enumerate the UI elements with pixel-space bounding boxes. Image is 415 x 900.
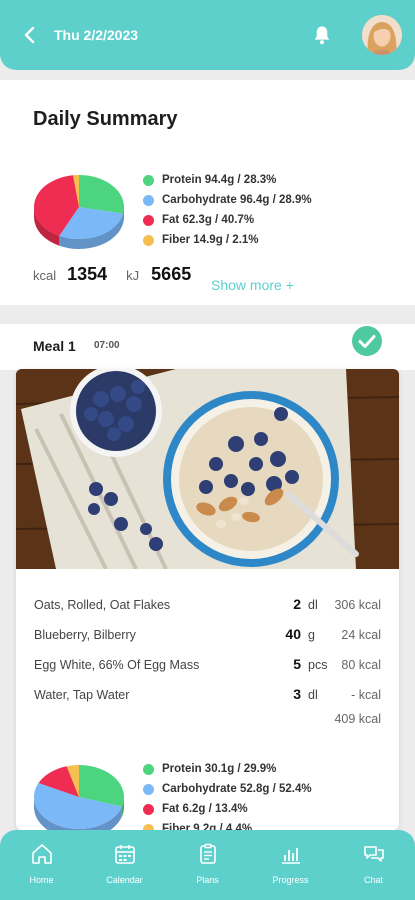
tab-chat[interactable]: Chat	[332, 830, 415, 900]
legend-dot	[143, 783, 154, 795]
food-unit: dl	[308, 598, 318, 612]
legend-label: Carbohydrate 96.4g / 28.9%	[162, 194, 312, 206]
legend-dot	[143, 194, 154, 206]
avatar-photo	[362, 15, 402, 55]
legend-item-fat: Fat 6.2g / 13.4%	[143, 799, 312, 819]
legend-item-fat: Fat 62.3g / 40.7%	[143, 210, 312, 230]
legend-label: Fat 6.2g / 13.4%	[162, 803, 248, 815]
food-item-row[interactable]: Water, Tap Water 3 dl - kcal	[16, 682, 399, 711]
back-arrow-icon[interactable]	[20, 24, 40, 46]
tab-label: Calendar	[106, 875, 143, 885]
tab-label: Plans	[196, 875, 219, 885]
food-kcal: - kcal	[351, 688, 381, 702]
daily-macro-pie-chart	[34, 175, 125, 249]
bell-icon[interactable]	[312, 24, 332, 46]
kcal-value: 1354	[67, 264, 108, 284]
meal-macro-legend: Protein 30.1g / 29.9% Carbohydrate 52.8g …	[143, 759, 312, 830]
tab-label: Progress	[272, 875, 309, 885]
food-name: Egg White, 66% Of Egg Mass	[34, 658, 200, 672]
legend-dot	[143, 234, 154, 246]
legend-dot	[143, 214, 154, 226]
tab-home[interactable]: Home	[0, 830, 83, 900]
legend-item-protein: Protein 30.1g / 29.9%	[143, 759, 312, 779]
tab-label: Chat	[363, 875, 383, 885]
tab-calendar[interactable]: Calendar	[83, 830, 166, 900]
food-kcal: 24 kcal	[341, 628, 381, 642]
food-quantity: 40	[285, 626, 301, 642]
show-more-link[interactable]: Show more +	[211, 277, 294, 293]
legend-item-carbohydrate: Carbohydrate 52.8g / 52.4%	[143, 779, 312, 799]
legend-label: Fiber 14.9g / 2.1%	[162, 234, 259, 246]
calendar-icon	[114, 845, 135, 864]
tab-label: Home	[29, 875, 54, 885]
meal-macro-pie-chart	[34, 765, 125, 830]
food-quantity: 2	[293, 596, 301, 612]
food-kcal: 80 kcal	[341, 658, 381, 672]
food-unit: dl	[308, 688, 318, 702]
meal-card: Oats, Rolled, Oat Flakes 2 dl 306 kcal B…	[16, 369, 399, 830]
kj-unit: kJ	[126, 268, 140, 283]
food-unit: pcs	[308, 658, 328, 672]
home-icon	[31, 844, 52, 864]
meal-time: 07:00	[94, 340, 120, 351]
legend-dot	[143, 174, 154, 186]
top-bar: Thu 2/2/2023	[0, 0, 415, 70]
current-date[interactable]: Thu 2/2/2023	[54, 27, 138, 43]
legend-item-fiber: Fiber 14.9g / 2.1%	[143, 230, 312, 250]
food-quantity: 3	[293, 686, 301, 702]
meal-total-kcal: 409 kcal	[334, 712, 381, 726]
tab-progress[interactable]: Progress	[249, 830, 332, 900]
pie-slice-protein	[79, 175, 125, 214]
food-name: Blueberry, Bilberry	[34, 628, 136, 642]
legend-label: Protein 30.1g / 29.9%	[162, 763, 277, 775]
daily-summary-card: Daily Summary Protein 94.4g / 28.3% Carbo…	[0, 80, 415, 305]
legend-dot	[143, 803, 154, 815]
legend-label: Protein 94.4g / 28.3%	[162, 174, 277, 186]
kcal-unit: kcal	[33, 268, 57, 283]
food-unit: g	[308, 628, 315, 642]
food-name: Water, Tap Water	[34, 688, 130, 702]
clipboard-icon	[199, 843, 216, 864]
food-kcal: 306 kcal	[334, 598, 381, 612]
kj-value: 5665	[151, 264, 192, 284]
daily-summary-title: Daily Summary	[33, 108, 178, 130]
chat-icon	[363, 846, 384, 862]
food-name: Oats, Rolled, Oat Flakes	[34, 598, 171, 612]
daily-macro-legend: Protein 94.4g / 28.3% Carbohydrate 96.4g …	[143, 170, 312, 250]
food-item-row[interactable]: Egg White, 66% Of Egg Mass 5 pcs 80 kcal	[16, 652, 399, 681]
food-quantity: 5	[293, 656, 301, 672]
tab-plans[interactable]: Plans	[166, 830, 249, 900]
energy-totals: kcal 1354 kJ 5665	[33, 264, 191, 285]
bottom-tab-bar: Home Calendar Plans Progress Chat	[0, 830, 415, 900]
legend-label: Fiber 9.2g / 4.4%	[162, 823, 253, 830]
legend-item-fiber: Fiber 9.2g / 4.4%	[143, 819, 312, 830]
bar-chart-icon	[281, 848, 300, 864]
meal-title: Meal 1	[33, 338, 76, 354]
content-scroll-area[interactable]: Daily Summary Protein 94.4g / 28.3% Carbo…	[0, 70, 415, 830]
legend-label: Carbohydrate 52.8g / 52.4%	[162, 783, 312, 795]
food-item-row[interactable]: Blueberry, Bilberry 40 g 24 kcal	[16, 622, 399, 651]
check-icon	[358, 335, 376, 348]
legend-dot	[143, 763, 154, 775]
legend-label: Fat 62.3g / 40.7%	[162, 214, 255, 226]
legend-item-carbohydrate: Carbohydrate 96.4g / 28.9%	[143, 190, 312, 210]
meal-photo[interactable]	[16, 369, 399, 569]
avatar[interactable]	[362, 15, 402, 55]
food-item-row[interactable]: Oats, Rolled, Oat Flakes 2 dl 306 kcal	[16, 592, 399, 621]
meal-done-button[interactable]	[352, 326, 382, 356]
legend-item-protein: Protein 94.4g / 28.3%	[143, 170, 312, 190]
